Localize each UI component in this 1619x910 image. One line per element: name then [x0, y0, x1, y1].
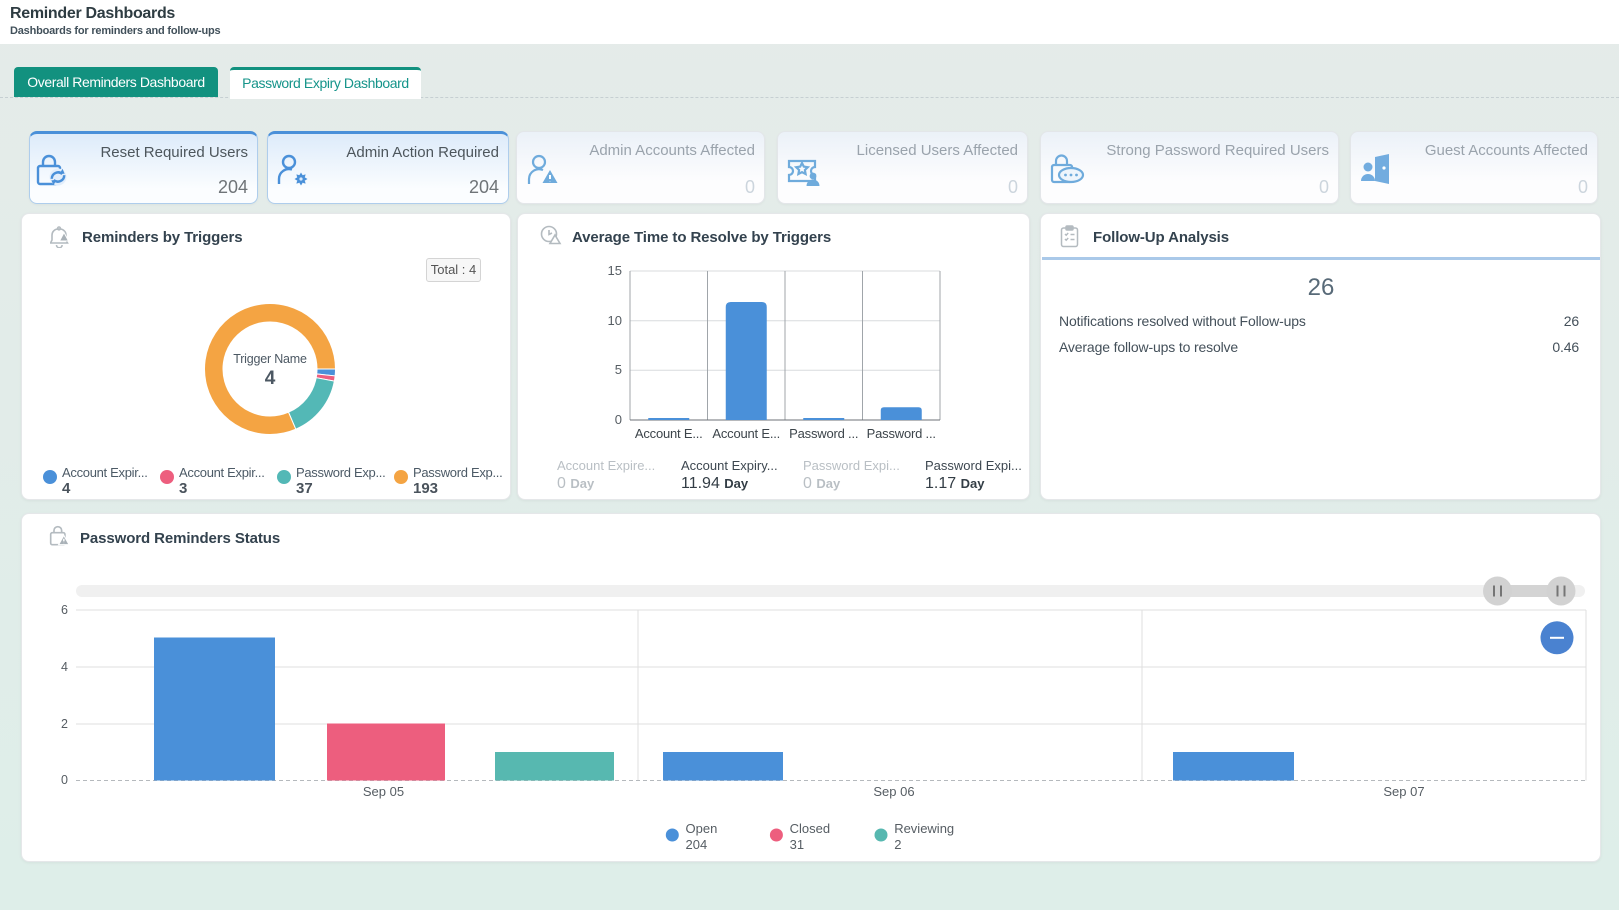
- svg-text:Account E...: Account E...: [712, 426, 780, 441]
- svg-text:31: 31: [790, 837, 804, 852]
- svg-text:0 Day: 0 Day: [803, 475, 841, 492]
- svg-text:4: 4: [265, 368, 276, 389]
- svg-text:11.94 Day: 11.94 Day: [681, 475, 749, 492]
- svg-text:Open: Open: [686, 821, 718, 836]
- svg-text:Password ...: Password ...: [789, 426, 858, 441]
- svg-text:Closed: Closed: [790, 821, 830, 836]
- svg-text:Password Expi...: Password Expi...: [925, 458, 1022, 473]
- svg-text:6: 6: [61, 603, 68, 617]
- svg-text:0: 0: [615, 412, 622, 427]
- svg-text:204: 204: [686, 837, 708, 852]
- svg-text:5: 5: [615, 362, 622, 377]
- svg-text:Account Expiry...: Account Expiry...: [681, 458, 778, 473]
- svg-text:10: 10: [608, 313, 622, 328]
- svg-text:Sep 07: Sep 07: [1383, 784, 1424, 799]
- svg-text:0: 0: [61, 773, 68, 787]
- svg-text:2: 2: [894, 837, 901, 852]
- svg-text:Password ...: Password ...: [867, 426, 936, 441]
- svg-text:Sep 05: Sep 05: [363, 784, 404, 799]
- svg-text:Trigger Name: Trigger Name: [233, 352, 307, 366]
- svg-text:Account E...: Account E...: [635, 426, 703, 441]
- svg-text:Account Expire...: Account Expire...: [557, 458, 655, 473]
- svg-text:2: 2: [61, 717, 68, 731]
- svg-text:4: 4: [61, 660, 68, 674]
- svg-text:Password Expi...: Password Expi...: [803, 458, 900, 473]
- svg-text:0 Day: 0 Day: [557, 475, 595, 492]
- svg-text:Sep 06: Sep 06: [873, 784, 914, 799]
- svg-text:Reviewing: Reviewing: [894, 821, 954, 836]
- svg-text:15: 15: [608, 263, 622, 278]
- svg-text:1.17 Day: 1.17 Day: [925, 475, 985, 492]
